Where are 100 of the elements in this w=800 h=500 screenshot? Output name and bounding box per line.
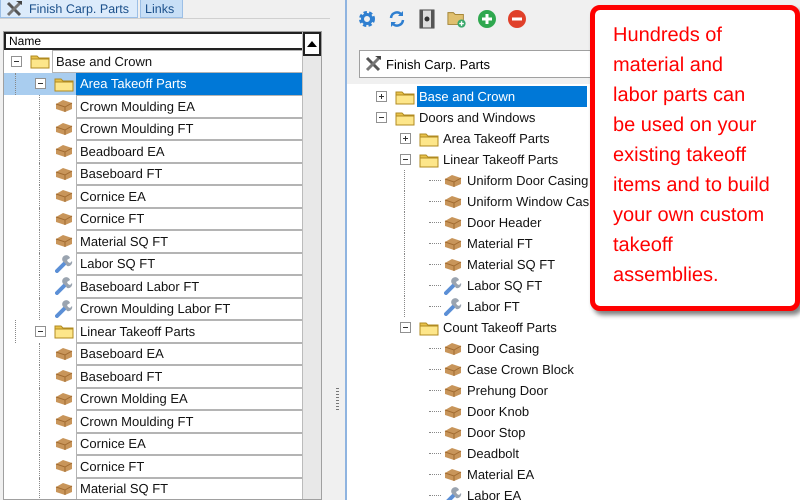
wrench-icon (444, 298, 462, 316)
tree-toggle[interactable] (376, 112, 386, 123)
tree-item[interactable]: Material EA (465, 464, 536, 485)
tree-item[interactable]: Cornice FT (76, 455, 302, 478)
box-icon (55, 369, 73, 384)
tree-item[interactable]: Baseboard Labor FT (76, 275, 302, 298)
tree-item[interactable]: Uniform Door Casing (465, 170, 590, 191)
tree-item[interactable]: Door Knob (465, 401, 532, 422)
tree-item[interactable]: Door Header (465, 212, 544, 233)
tree-item[interactable]: Material SQ FT (76, 478, 302, 499)
tree-item[interactable]: Linear Takeoff Parts (76, 320, 302, 342)
tree-item[interactable]: Baseboard FT (76, 365, 302, 388)
folder-icon (395, 110, 415, 126)
box-icon (55, 459, 73, 474)
box-icon (444, 342, 462, 356)
tree-item[interactable]: Door Stop (465, 422, 528, 443)
box-icon (444, 194, 462, 208)
wrench-icon (55, 300, 73, 318)
tree-item[interactable]: Labor SQ FT (76, 252, 302, 275)
film-icon[interactable] (419, 9, 435, 29)
folder-icon (30, 53, 50, 70)
tree-item[interactable]: Area Takeoff Parts (76, 72, 302, 95)
tab[interactable]: Finish Carp. Parts (0, 0, 138, 18)
tree-item[interactable]: Prehung Door (465, 380, 550, 401)
box-icon (55, 482, 73, 496)
tree-item[interactable]: Linear Takeoff Parts (441, 149, 560, 170)
box-icon (444, 468, 462, 482)
box-icon (55, 234, 73, 248)
wrench-icon (444, 276, 462, 294)
tools-icon (5, 0, 23, 18)
tree-item[interactable]: Labor SQ FT (465, 275, 544, 296)
tree-toggle[interactable] (400, 133, 410, 144)
tree-toggle[interactable] (10, 56, 22, 67)
tools-icon (364, 55, 382, 73)
tree-item[interactable]: Crown Molding EA (76, 388, 302, 410)
box-icon (444, 216, 462, 230)
scrollbar[interactable] (302, 32, 321, 499)
tree-item[interactable]: Area Takeoff Parts (441, 128, 552, 149)
tree-item[interactable]: Deadbolt (465, 443, 522, 464)
tree-item[interactable]: Labor FT (465, 296, 522, 317)
folder-icon (419, 152, 439, 168)
box-icon (55, 189, 73, 204)
folder-icon (419, 320, 439, 336)
category-dropdown[interactable]: Finish Carp. Parts (359, 50, 592, 78)
box-icon (55, 414, 73, 428)
wrench-icon (55, 277, 73, 296)
tree-item[interactable]: Crown Moulding FT (76, 118, 302, 140)
box-icon (55, 99, 73, 114)
box-icon (55, 436, 73, 451)
box-icon (444, 446, 462, 460)
tree-toggle[interactable] (34, 326, 46, 337)
tree-item[interactable]: Cornice EA (76, 432, 302, 455)
tree-item[interactable]: Count Takeoff Parts (441, 317, 559, 338)
add-icon[interactable] (477, 9, 497, 29)
tree-item[interactable]: Base and Crown (417, 86, 587, 107)
remove-icon[interactable] (507, 9, 527, 29)
box-icon (444, 362, 462, 376)
folder-icon (419, 130, 439, 146)
box-icon (444, 384, 462, 398)
tree-item[interactable]: Base and Crown (52, 50, 302, 72)
callout-text: Hundreds of material and labor parts can be used on your existing takeoff items and to build your own custom takeoff assemblies. (613, 23, 771, 288)
tree-item[interactable]: Door Casing (465, 338, 542, 359)
folder-icon (395, 88, 415, 104)
tree-item[interactable]: Crown Moulding Labor FT (76, 298, 302, 320)
box-icon (55, 346, 73, 361)
tree-toggle[interactable] (376, 91, 386, 102)
box-icon (55, 392, 73, 406)
folder-icon (54, 323, 74, 340)
box-icon (55, 144, 73, 158)
tab[interactable]: Links (140, 0, 184, 18)
column-header[interactable]: Name (4, 32, 302, 50)
tree-item[interactable]: Material SQ FT (465, 254, 558, 275)
tree-item[interactable]: Material FT (465, 233, 535, 254)
box-icon (55, 212, 73, 226)
box-icon (55, 122, 73, 136)
gear-icon[interactable] (358, 10, 376, 28)
splitter-grip[interactable] (336, 388, 339, 412)
tree-item[interactable]: Crown Moulding EA (76, 95, 302, 118)
tree-toggle[interactable] (400, 322, 410, 333)
new-folder-icon[interactable] (447, 9, 467, 29)
tree-item[interactable]: Labor EA (465, 485, 524, 500)
up-arrow-icon[interactable] (307, 41, 317, 47)
folder-icon (54, 76, 74, 92)
tree-item[interactable]: Baseboard FT (76, 162, 302, 185)
tree-item[interactable]: Beadboard EA (76, 140, 302, 162)
tree-item[interactable]: Cornice EA (76, 185, 302, 208)
tree-toggle[interactable] (400, 154, 410, 165)
tree-item[interactable]: Material SQ FT (76, 230, 302, 252)
refresh-icon[interactable] (388, 10, 406, 28)
tree-item[interactable]: Baseboard EA (76, 342, 302, 365)
box-icon (444, 174, 462, 188)
tree-item[interactable]: Case Crown Block (465, 359, 576, 380)
tree-item[interactable]: Doors and Windows (417, 107, 538, 128)
box-icon (444, 258, 462, 272)
tree-item[interactable]: Cornice FT (76, 208, 302, 230)
wrench-icon (55, 254, 73, 273)
box-icon (55, 166, 73, 181)
tree-item[interactable]: Crown Moulding FT (76, 410, 302, 432)
box-icon (444, 236, 462, 250)
tree-toggle[interactable] (34, 78, 46, 90)
